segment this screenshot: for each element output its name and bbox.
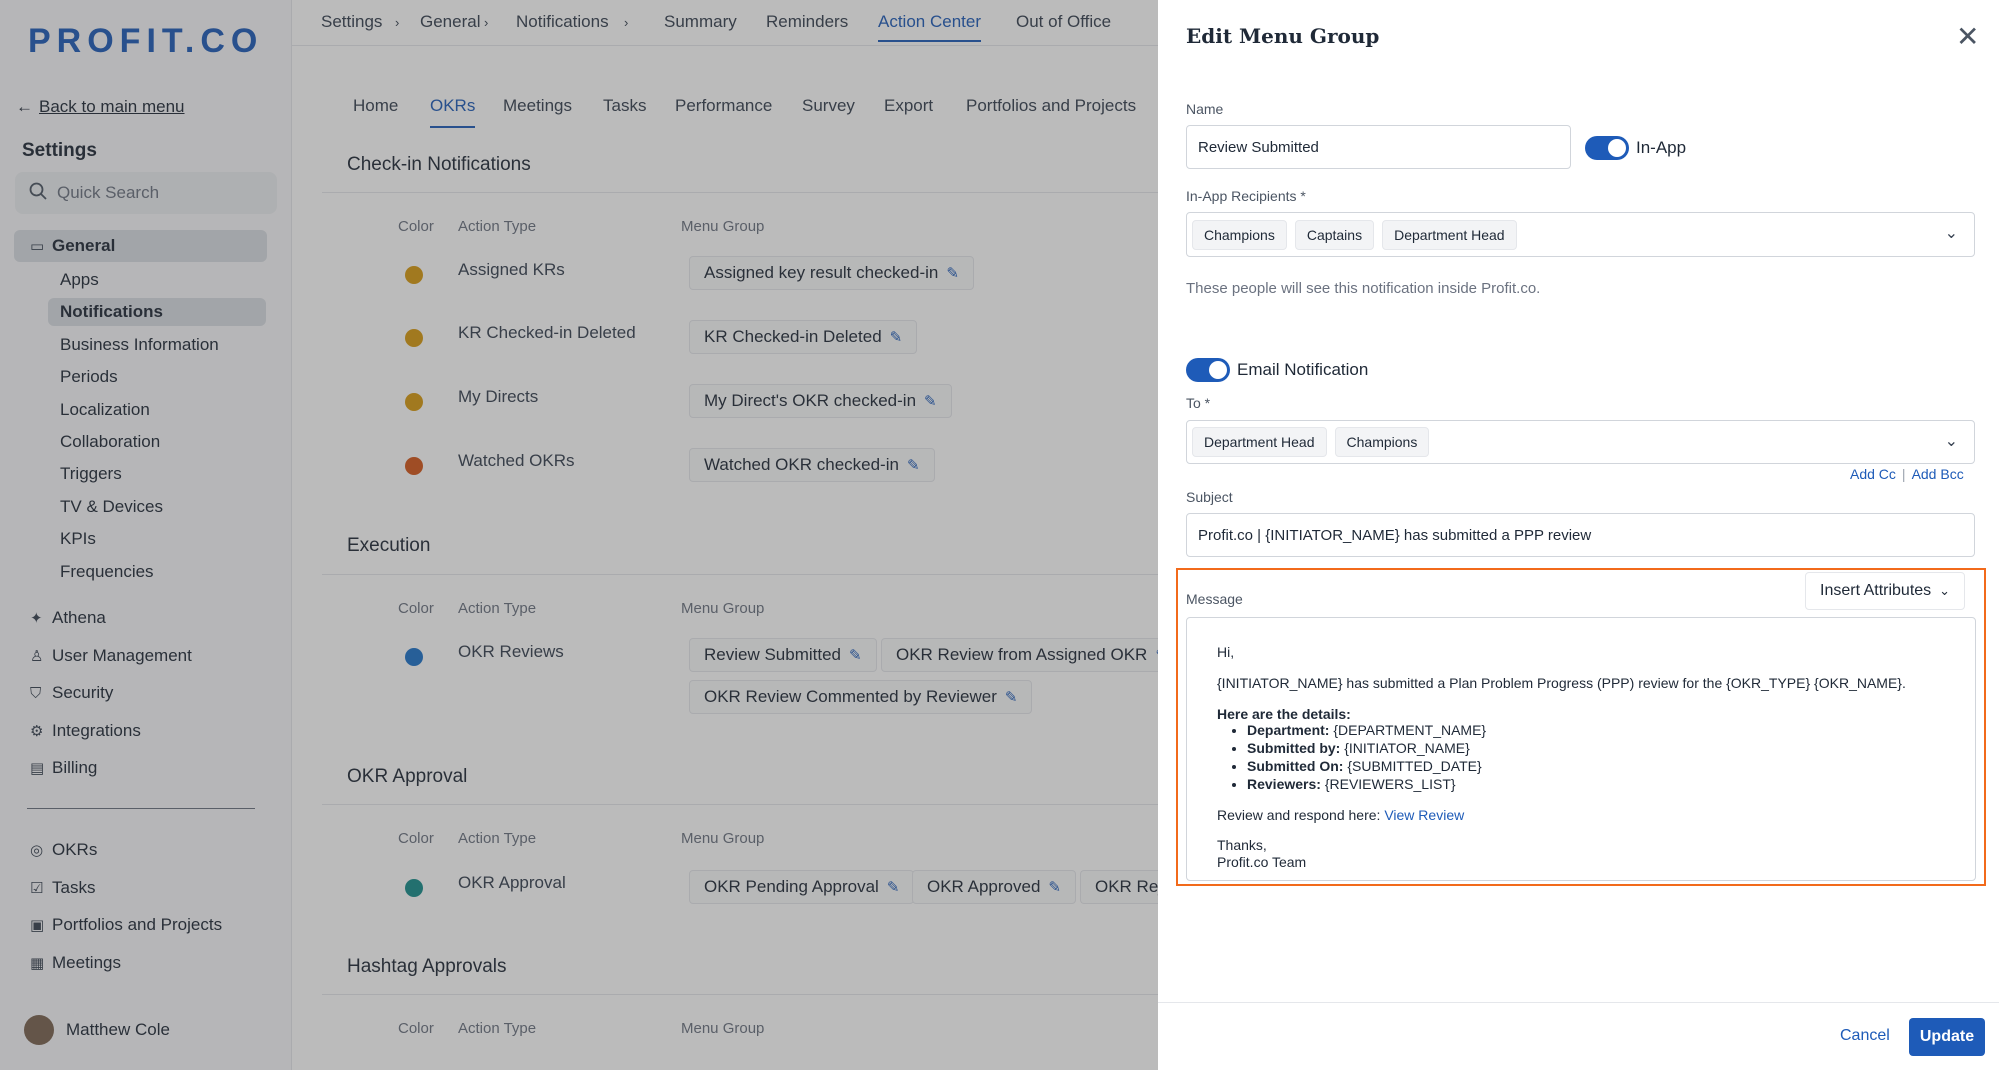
detail-item: Submitted On: {SUBMITTED_DATE} <box>1247 758 1945 775</box>
panel-title: Edit Menu Group <box>1186 24 1380 48</box>
detail-item: Reviewers: {REVIEWERS_LIST} <box>1247 776 1945 793</box>
to-recipients-select[interactable]: Department Head Champions ⌄ <box>1186 420 1975 464</box>
in-app-toggle[interactable] <box>1585 136 1629 160</box>
name-label: Name <box>1186 101 1224 117</box>
details-heading: Here are the details: <box>1217 705 1351 722</box>
in-app-recipients-select[interactable]: Champions Captains Department Head ⌄ <box>1186 212 1975 257</box>
name-input[interactable]: Review Submitted <box>1186 125 1571 169</box>
toggle-knob <box>1209 361 1227 379</box>
chevron-down-icon[interactable]: ⌄ <box>1945 223 1958 243</box>
in-app-recipients-label: In-App Recipients * <box>1186 188 1306 204</box>
subject-label: Subject <box>1186 489 1233 505</box>
cancel-button[interactable]: Cancel <box>1840 1027 1890 1045</box>
detail-item: Submitted by: {INITIATOR_NAME} <box>1247 740 1945 757</box>
update-button[interactable]: Update <box>1909 1018 1985 1056</box>
recipient-tag[interactable]: Department Head <box>1192 427 1327 457</box>
email-notification-label: Email Notification <box>1237 360 1369 379</box>
message-greeting: Hi, <box>1217 644 1235 660</box>
modal-backdrop[interactable] <box>0 0 1158 1070</box>
close-icon[interactable]: ✕ <box>1956 20 1979 53</box>
in-app-helper-text: These people will see this notification … <box>1186 280 1541 297</box>
view-review-link[interactable]: View Review <box>1384 807 1464 823</box>
message-label: Message <box>1186 591 1243 607</box>
message-signature: Profit.co Team <box>1217 854 1307 871</box>
message-line: {INITIATOR_NAME} has submitted a Plan Pr… <box>1217 674 1906 691</box>
insert-attributes-button[interactable]: Insert Attributes ⌄ <box>1805 572 1966 610</box>
panel-footer: Cancel Update <box>1158 1002 1999 1070</box>
edit-menu-group-panel: Edit Menu Group ✕ Name Review Submitted … <box>1158 0 1999 1070</box>
detail-item: Department: {DEPARTMENT_NAME} <box>1247 722 1945 739</box>
toggle-knob <box>1608 139 1626 157</box>
respond-line: Review and respond here: View Review <box>1217 806 1465 823</box>
message-editor[interactable]: Hi, {INITIATOR_NAME} has submitted a Pla… <box>1186 617 1976 881</box>
recipient-tag[interactable]: Captains <box>1294 219 1375 250</box>
chevron-down-icon[interactable]: ⌄ <box>1945 431 1958 451</box>
add-cc-link[interactable]: Add Cc <box>1850 466 1896 482</box>
recipient-tag[interactable]: Champions <box>1334 427 1430 457</box>
chevron-down-icon: ⌄ <box>1939 583 1951 598</box>
add-bcc-link[interactable]: Add Bcc <box>1912 466 1964 482</box>
message-thanks: Thanks, <box>1217 837 1267 854</box>
cc-bcc-links: Add Cc | Add Bcc <box>1850 466 1964 482</box>
link-separator: | <box>1901 466 1906 482</box>
email-notification-toggle[interactable] <box>1186 358 1230 382</box>
to-label: To * <box>1186 395 1211 411</box>
recipient-tag[interactable]: Department Head <box>1382 219 1517 250</box>
subject-input[interactable]: Profit.co | {INITIATOR_NAME} has submitt… <box>1186 513 1975 557</box>
in-app-label: In-App <box>1636 138 1687 157</box>
recipient-tag[interactable]: Champions <box>1192 219 1287 250</box>
details-list: Department: {DEPARTMENT_NAME} Submitted … <box>1247 722 1945 792</box>
